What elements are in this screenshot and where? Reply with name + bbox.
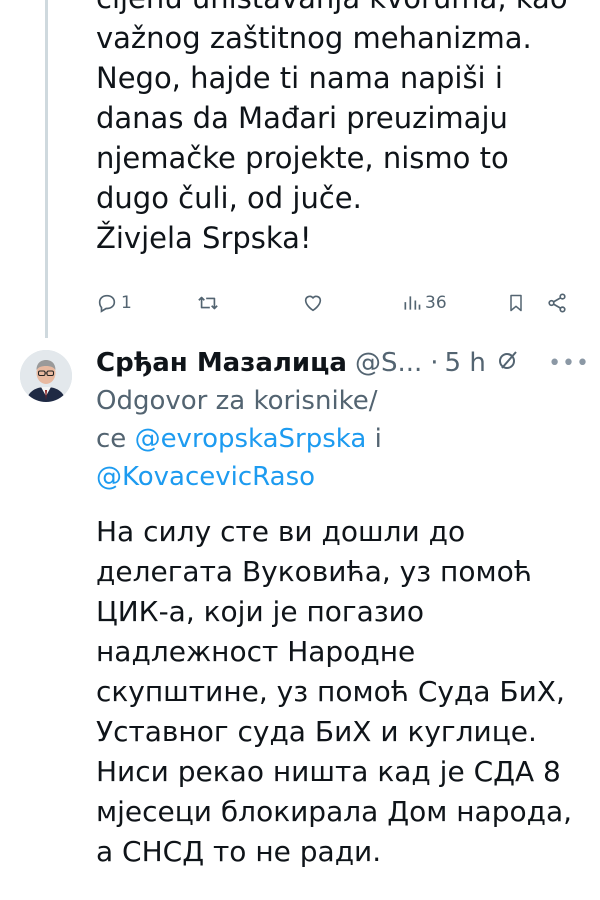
reply-icon [96, 292, 118, 314]
share-icon [546, 292, 568, 314]
retweet-button[interactable] [196, 292, 220, 314]
header-separator: · [430, 348, 439, 378]
reply-tweet-text: На силу сте ви дошли до делегата Вуковић… [96, 515, 573, 868]
views-button[interactable]: 36 [402, 292, 447, 314]
reply-button[interactable]: 1 [96, 292, 132, 314]
avatar[interactable] [20, 350, 72, 402]
previous-tweet-actions: 1 36 [96, 286, 576, 326]
previous-tweet-text: cijenu uništavanja kvoruma, kao važnog z… [96, 0, 568, 255]
replying-to-conjunction: i [366, 424, 382, 454]
mention-evropskasrpska[interactable]: @evropskaSrpska [135, 424, 367, 454]
views-count: 36 [425, 293, 447, 313]
reply-tweet-header: Срђан Мазалица @S... · 5 h • • • [96, 342, 589, 384]
mention-kovacevicraso[interactable]: @KovacevicRaso [96, 462, 315, 492]
tweet-timestamp[interactable]: 5 h [445, 348, 486, 378]
more-options-button[interactable]: • • • [548, 351, 589, 376]
like-button[interactable] [302, 292, 324, 314]
retweet-icon [196, 292, 220, 314]
heart-icon [302, 292, 324, 314]
share-button[interactable] [546, 292, 568, 314]
author-handle[interactable]: @S... [355, 348, 422, 378]
bookmark-icon [506, 292, 526, 314]
reply-count: 1 [121, 293, 132, 313]
grok-icon[interactable] [496, 348, 520, 378]
author-name[interactable]: Срђан Мазалица [96, 348, 347, 378]
replying-to-line: Odgovor za korisnike/ ce @evropskaSrpska… [96, 382, 586, 496]
views-bar-icon [402, 292, 422, 314]
thread-connector-line [45, 0, 48, 338]
bookmark-button[interactable] [506, 292, 526, 314]
